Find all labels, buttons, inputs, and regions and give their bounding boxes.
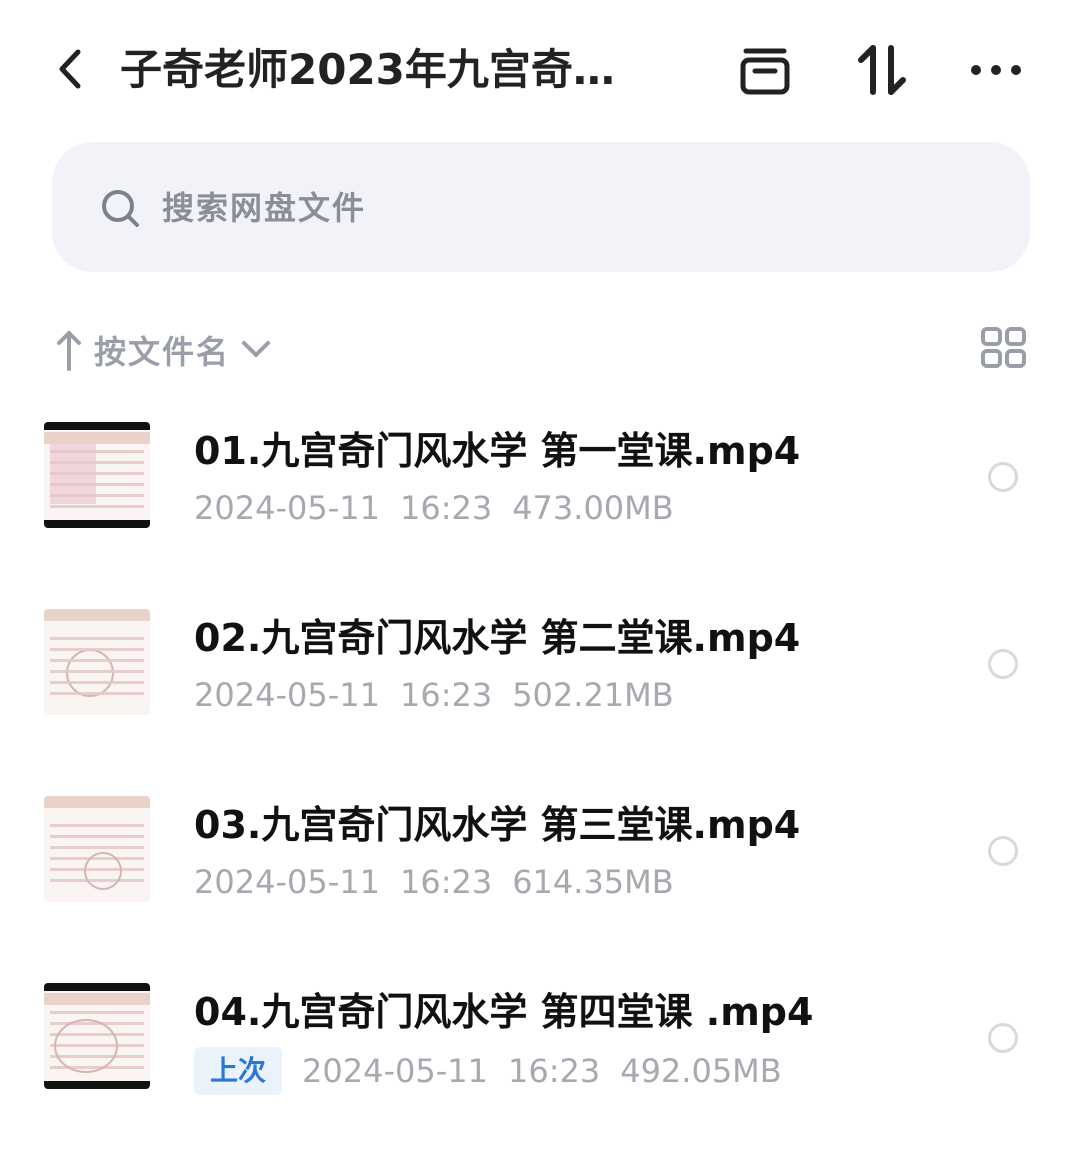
sort-control[interactable]: 按文件名	[52, 322, 274, 378]
arrow-up-icon	[57, 331, 81, 371]
file-size: 473.00MB	[512, 489, 674, 527]
select-checkbox[interactable]	[988, 1023, 1018, 1053]
file-row[interactable]: 04.九宫奇门风水学 第四堂课 .mp4 上次 2024-05-11 16:23…	[0, 941, 1080, 1128]
file-time: 16:23	[399, 489, 493, 527]
search-placeholder: 搜索网盘文件	[162, 189, 367, 227]
sort-label: 按文件名	[94, 333, 231, 371]
file-time: 16:23	[507, 1052, 601, 1090]
select-checkbox[interactable]	[988, 649, 1018, 679]
file-row[interactable]: 02.九宫奇门风水学 第二堂课.mp4 2024-05-11 16:23 502…	[0, 567, 1080, 754]
file-date: 2024-05-11	[194, 676, 380, 714]
file-size: 614.35MB	[512, 863, 674, 901]
top-bar: 子奇老师2023年九宫奇…	[0, 0, 1080, 140]
file-name: 03.九宫奇门风水学 第三堂课.mp4	[194, 803, 801, 847]
file-size: 502.21MB	[512, 676, 674, 714]
file-meta: 上次 2024-05-11 16:23 492.05MB	[194, 1047, 782, 1095]
file-size: 492.05MB	[620, 1052, 782, 1090]
grid-view-icon[interactable]	[980, 326, 1028, 370]
file-name: 02.九宫奇门风水学 第二堂课.mp4	[194, 616, 801, 660]
last-viewed-badge: 上次	[194, 1047, 283, 1095]
video-thumbnail	[44, 422, 150, 528]
file-time: 16:23	[399, 863, 493, 901]
file-meta: 2024-05-11 16:23 502.21MB	[194, 673, 674, 717]
file-row[interactable]: 03.九宫奇门风水学 第三堂课.mp4 2024-05-11 16:23 614…	[0, 754, 1080, 941]
file-date: 2024-05-11	[194, 489, 380, 527]
select-checkbox[interactable]	[988, 836, 1018, 866]
video-thumbnail	[44, 983, 150, 1089]
file-time: 16:23	[399, 676, 493, 714]
sort-order-button[interactable]	[852, 40, 912, 100]
chevron-down-icon	[242, 341, 271, 357]
file-row[interactable]: 01.九宫奇门风水学 第一堂课.mp4 2024-05-11 16:23 473…	[0, 380, 1080, 567]
folder-title: 子奇老师2023年九宫奇…	[120, 45, 615, 94]
file-date: 2024-05-11	[194, 863, 380, 901]
file-meta: 2024-05-11 16:23 614.35MB	[194, 860, 674, 904]
archive-box-icon	[740, 48, 790, 95]
search-icon	[102, 190, 139, 227]
select-checkbox[interactable]	[988, 462, 1018, 492]
sort-arrows-icon	[858, 45, 906, 95]
chevron-left-icon	[59, 49, 81, 89]
file-name: 01.九宫奇门风水学 第一堂课.mp4	[194, 429, 801, 473]
video-thumbnail	[44, 609, 150, 715]
file-date: 2024-05-11	[302, 1052, 488, 1090]
file-meta: 2024-05-11 16:23 473.00MB	[194, 486, 674, 530]
more-dots-icon	[971, 65, 1021, 75]
file-name: 04.九宫奇门风水学 第四堂课 .mp4	[194, 990, 814, 1034]
archive-button[interactable]	[735, 40, 795, 100]
back-button[interactable]	[44, 44, 94, 94]
more-button[interactable]	[966, 40, 1026, 100]
video-thumbnail	[44, 796, 150, 902]
